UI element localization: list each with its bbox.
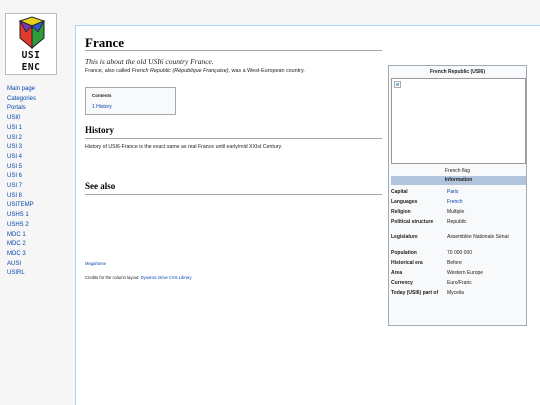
toc-item-history[interactable]: 1 History bbox=[92, 104, 112, 110]
nav-item-usi-5[interactable]: USI 5 bbox=[7, 163, 36, 173]
nav-item-mdc-1[interactable]: MDC 1 bbox=[7, 231, 36, 241]
row-value-link[interactable]: Paris bbox=[447, 189, 525, 195]
row-label: Historical era bbox=[391, 260, 423, 266]
sidebar-nav: Main page Categories Portals USI0 USI 1 … bbox=[7, 85, 36, 279]
row-label: Area bbox=[391, 270, 403, 276]
nav-item-ushs-1[interactable]: USHS 1 bbox=[7, 211, 36, 221]
nav-item-usi-6[interactable]: USI 6 bbox=[7, 172, 36, 182]
row-label: Population bbox=[391, 250, 417, 256]
row-value: 70 000 000 bbox=[447, 250, 473, 256]
nav-item-mdc-3[interactable]: MDC 3 bbox=[7, 250, 36, 260]
row-value: Assemblée Nationale Sénat bbox=[447, 234, 509, 240]
history-divider bbox=[85, 138, 382, 139]
nav-item-mdc-2[interactable]: MDC 2 bbox=[7, 240, 36, 250]
row-value: Republic bbox=[447, 219, 467, 225]
nav-item-portals[interactable]: Portals bbox=[7, 104, 36, 114]
site-logo[interactable]: USI ENC bbox=[5, 13, 57, 75]
section-heading-history: History bbox=[85, 125, 114, 135]
article-intro: France, also called French Republic (Rép… bbox=[85, 68, 305, 74]
infobox-title: French Republic (USI6) bbox=[429, 69, 485, 75]
table-of-contents: Contents 1 History bbox=[85, 87, 176, 115]
toc-title: Contents bbox=[92, 93, 112, 98]
row-value: Mycelia bbox=[447, 290, 464, 296]
article-content: France This is about the old USI6 countr… bbox=[75, 25, 540, 405]
row-value: Western Europe bbox=[447, 270, 484, 276]
nav-item-ausi[interactable]: AUSI bbox=[7, 260, 36, 270]
row-label: Currency bbox=[391, 280, 413, 286]
row-label: Political structure bbox=[391, 219, 434, 225]
nav-item-usi-3[interactable]: USI 3 bbox=[7, 143, 36, 153]
logo-text-line1: USI bbox=[21, 50, 41, 61]
title-divider bbox=[85, 50, 382, 51]
flag-caption: French flag bbox=[444, 168, 470, 174]
row-label: Religion bbox=[391, 209, 411, 215]
nav-item-usi0[interactable]: USI0 bbox=[7, 114, 36, 124]
see-also-divider bbox=[85, 194, 382, 195]
nav-item-usi-8[interactable]: USI 8 bbox=[7, 192, 36, 202]
row-value-link[interactable]: French bbox=[447, 199, 525, 205]
infobox: French Republic (USI6) French flag Infor… bbox=[388, 65, 527, 326]
article-tagline: This is about the old USI6 country Franc… bbox=[85, 57, 214, 66]
credit-text: Credits for the column layout: bbox=[85, 275, 141, 280]
broken-image-icon bbox=[394, 81, 401, 88]
sidebar: USI ENC Main page Categories Portals USI… bbox=[0, 0, 75, 405]
layout-credit: Credits for the column layout: Dynamic D… bbox=[85, 275, 192, 280]
row-label: Capital bbox=[391, 189, 408, 195]
intro-text-end: , was a West-European country. bbox=[228, 68, 305, 74]
logo-text-line2: ENC bbox=[21, 62, 41, 73]
nav-item-usi-7[interactable]: USI 7 bbox=[7, 182, 36, 192]
nav-item-usi-1[interactable]: USI 1 bbox=[7, 124, 36, 134]
nav-item-usitemp[interactable]: USITEMP bbox=[7, 201, 36, 211]
history-text: History of USI6-France is the exact same… bbox=[85, 144, 283, 150]
row-label: Legislature bbox=[391, 234, 418, 240]
row-label: Today (USI6) part of bbox=[391, 290, 439, 296]
row-value: Euro/Franc bbox=[447, 280, 472, 286]
intro-italic-name: French Republic (République Française) bbox=[131, 68, 229, 74]
cube-logo-icon bbox=[18, 16, 46, 50]
infobox-section-header: Information bbox=[391, 176, 526, 185]
row-label: Languages bbox=[391, 199, 418, 205]
nav-item-ushs-2[interactable]: USHS 2 bbox=[7, 221, 36, 231]
page-title: France bbox=[85, 35, 124, 50]
nav-item-usirl[interactable]: USIRL bbox=[7, 269, 36, 279]
flag-image bbox=[391, 78, 526, 164]
megahome-link[interactable]: Megahome bbox=[85, 261, 106, 266]
nav-item-usi-2[interactable]: USI 2 bbox=[7, 134, 36, 144]
nav-item-usi-4[interactable]: USI 4 bbox=[7, 153, 36, 163]
row-value: Multiple bbox=[447, 209, 465, 215]
credit-link[interactable]: Dynamic Drive CSS Library bbox=[141, 275, 192, 280]
section-heading-see-also: See also bbox=[85, 181, 116, 191]
nav-item-categories[interactable]: Categories bbox=[7, 95, 36, 105]
intro-text-start: France, also called bbox=[85, 68, 132, 74]
nav-item-main-page[interactable]: Main page bbox=[7, 85, 36, 95]
row-value: Before bbox=[447, 260, 462, 266]
